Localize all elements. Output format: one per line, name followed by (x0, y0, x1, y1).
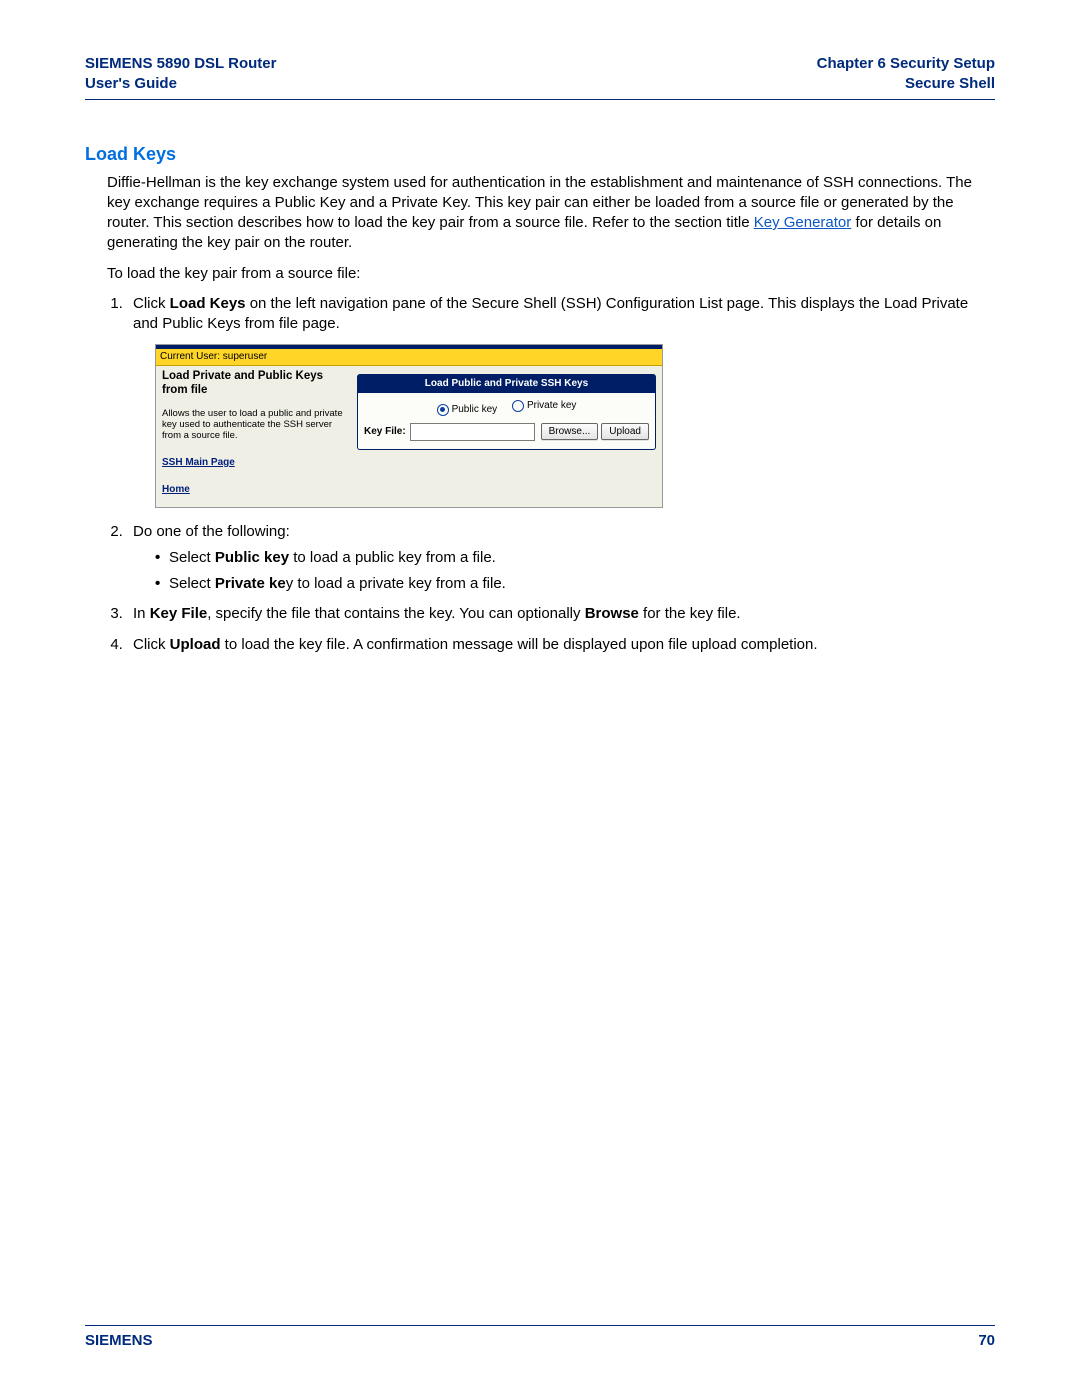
chapter-title: Chapter 6 Security Setup (817, 55, 995, 72)
ss-left-pane: Load Private and Public Keys from file A… (156, 366, 351, 507)
current-user-bar: Current User: superuser (156, 349, 662, 366)
step-1: Click Load Keys on the left navigation p… (127, 294, 995, 508)
radio-unselected-icon (512, 400, 524, 412)
document-page: SIEMENS 5890 DSL Router User's Guide Cha… (0, 0, 1080, 1397)
header-left: SIEMENS 5890 DSL Router User's Guide (85, 54, 276, 95)
home-link[interactable]: Home (162, 483, 345, 497)
upload-button[interactable]: Upload (601, 423, 649, 441)
browse-button[interactable]: Browse... (541, 423, 599, 441)
step-4: Click Upload to load the key file. A con… (127, 635, 995, 655)
footer-page-number: 70 (978, 1332, 995, 1349)
key-file-row: Key File: Browse... Upload (364, 423, 649, 441)
radio-selected-icon (437, 404, 449, 416)
step-1-bold: Load Keys (170, 295, 246, 312)
page-footer: SIEMENS 70 (85, 1325, 995, 1349)
ss-panel-header: Load Public and Private SSH Keys (357, 374, 656, 394)
key-file-label: Key File: (364, 425, 406, 439)
key-generator-link[interactable]: Key Generator (754, 214, 852, 231)
ss-body: Load Private and Public Keys from file A… (156, 366, 662, 507)
ss-panel-body: Public key Private key Key File: (357, 393, 656, 449)
bullet-public-key: Select Public key to load a public key f… (155, 548, 995, 568)
footer-brand: SIEMENS (85, 1332, 153, 1349)
step-2-bullets: Select Public key to load a public key f… (133, 548, 995, 595)
ssh-main-page-link[interactable]: SSH Main Page (162, 456, 345, 470)
page-header: SIEMENS 5890 DSL Router User's Guide Cha… (85, 54, 995, 100)
section-name: Secure Shell (905, 75, 995, 92)
intro-paragraph-2: To load the key pair from a source file: (107, 264, 995, 284)
private-key-radio[interactable]: Private key (512, 399, 576, 413)
public-key-radio[interactable]: Public key (437, 403, 498, 417)
ss-left-desc: Allows the user to load a public and pri… (162, 408, 345, 442)
doc-title: SIEMENS 5890 DSL Router (85, 55, 276, 72)
bullet-private-key: Select Private key to load a private key… (155, 574, 995, 594)
embedded-screenshot: Current User: superuser Load Private and… (155, 344, 663, 507)
intro-paragraph-1: Diffie-Hellman is the key exchange syste… (107, 173, 995, 254)
header-right: Chapter 6 Security Setup Secure Shell (817, 54, 995, 95)
ss-right-pane: Load Public and Private SSH Keys Public … (351, 366, 662, 507)
ss-left-title: Load Private and Public Keys from file (162, 369, 345, 398)
key-type-radio-group: Public key Private key (364, 399, 649, 416)
section-title: Load Keys (85, 144, 995, 165)
body-text: Diffie-Hellman is the key exchange syste… (107, 173, 995, 284)
steps-list: Click Load Keys on the left navigation p… (85, 294, 995, 655)
doc-subtitle: User's Guide (85, 75, 177, 92)
step-3: In Key File, specify the file that conta… (127, 604, 995, 624)
step-2: Do one of the following: Select Public k… (127, 522, 995, 595)
key-file-input[interactable] (410, 423, 535, 441)
